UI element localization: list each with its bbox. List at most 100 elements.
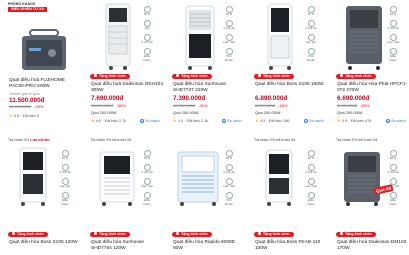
product-grid: PHÒNG KHÁCH ĐIỀU KHIỂN TỪ XA Quạt điều h…: [0, 0, 409, 255]
spec-item: Khử khuẩn: [222, 192, 236, 206]
spec-item: 40 lít: [222, 6, 236, 17]
spec-item: Điều khiển: [58, 192, 72, 206]
spec-item: Khử khuẩn: [222, 48, 236, 62]
product-name[interactable]: Quạt điều hòa Sunhouse SHD7737 220W: [173, 82, 245, 94]
product-card[interactable]: Trả chậm 0% trả trước 0đ 40 lít 3 chế độ…: [82, 136, 164, 255]
old-price: 8.990.000đ -25%: [337, 103, 370, 108]
spec-item: 3 chế độ: [304, 20, 318, 31]
installment-tag: Trả chậm 0% trả trước 0đ: [336, 138, 378, 142]
spec-item: Điều khiển: [386, 192, 400, 206]
product-card[interactable]: 45 lít 3 chế độ Làm mát Khử khuẩn Tặng b…: [164, 136, 246, 255]
product-name[interactable]: Quạt điều hòa Hòa Phát HPCF1-072 270W: [337, 82, 409, 94]
spec-item: 4 chế độ: [222, 20, 236, 31]
spec-item: Làm mát: [304, 178, 318, 189]
spec-item: Làm mát: [386, 178, 400, 189]
promo-tag: Tặng bình chén: [90, 232, 130, 237]
star-icon: ★: [173, 118, 177, 123]
product-card[interactable]: 40 lít 3 chế độ Làm mát Điều khiển Tặng …: [328, 0, 409, 128]
promo-banner: PHÒNG KHÁCH ĐIỀU KHIỂN TỪ XA: [8, 2, 76, 16]
product-card[interactable]: 40 lít 4 chế độ Làm mát Khử khuẩn Tặng b…: [164, 0, 246, 128]
product-card[interactable]: 60 lít 10h 3 chế độ Điều khiển Tặng bình…: [82, 0, 164, 128]
spec-item: 10h: [140, 20, 154, 31]
banner-line1: PHÒNG KHÁCH: [8, 2, 36, 6]
product-card[interactable]: PHÒNG KHÁCH ĐIỀU KHIỂN TỪ XA Quạt điều h…: [0, 0, 82, 128]
spec-item: Điều khiển: [140, 192, 154, 206]
spec-item: 60 lít: [386, 150, 400, 161]
star-icon: ★: [9, 113, 13, 118]
compare-button[interactable]: + So sánh: [304, 118, 324, 123]
spec-item: Làm mát: [222, 178, 236, 189]
spec-item: Điều khiển: [386, 48, 400, 62]
spec-item: 35 lít: [304, 6, 318, 17]
product-name[interactable]: Quạt điều hòa Boss FEAB-110 100W: [255, 240, 327, 252]
compare-button[interactable]: + So sánh: [140, 118, 160, 123]
plus-icon: +: [222, 119, 226, 123]
spec-item: Điều khiển: [304, 192, 318, 206]
product-price: 7.690.000đ: [91, 95, 124, 102]
rating: ★ 3.6 · Đã bán 5: [9, 113, 40, 118]
product-name[interactable]: Quạt điều hoà Daikiosan DKH104 300W: [91, 82, 163, 94]
plus-icon: +: [304, 119, 308, 123]
star-icon: ★: [91, 118, 95, 123]
promo-tag: Tặng bình chén: [172, 74, 212, 79]
product-price: 7.390.000đ: [173, 95, 206, 102]
promo-tag: Tặng bình chén: [8, 232, 48, 237]
spec-item: Điều khiển: [140, 48, 154, 62]
product-name[interactable]: Quạt điều hòa Boss S106 160W: [255, 82, 327, 88]
spec-item: Làm mát: [140, 178, 154, 189]
product-price: 6.890.000đ: [255, 95, 288, 102]
spec-item: 3 chế độ: [58, 164, 72, 175]
spec-item: 3 chế độ: [222, 164, 236, 175]
spec-item: 3 chế độ: [140, 34, 154, 45]
spec-item: Làm mát: [386, 34, 400, 45]
spec-item: Hẹn giờ: [304, 34, 318, 45]
spec-item: 3 chế độ: [386, 20, 400, 31]
spec-item: 3 chế độ: [140, 164, 154, 175]
installment-tag: Trả chậm 0% trả trước 0đ: [254, 138, 296, 142]
spec-item: 60 lít: [140, 6, 154, 17]
spec-item: 45 lít: [222, 150, 236, 161]
spec-item: 3 chế độ: [304, 164, 318, 175]
price-label: Online giá rẻ quá: [9, 91, 40, 96]
spec-item: 40 lít: [304, 150, 318, 161]
promo-tag: Tặng bình chén: [172, 232, 212, 237]
compare-button[interactable]: + So sánh: [222, 118, 242, 123]
rating: ★ 4.9 · Đã bán 186: [255, 118, 290, 123]
product-name[interactable]: Quạt điều hòa Boss S105 120W: [9, 240, 81, 246]
gift-text: Quà 200.000đ: [173, 110, 199, 115]
promo-tag: Tặng bình chén: [254, 74, 294, 79]
rating: ★ 4.9 · Đã bán 474: [337, 118, 372, 123]
promo-tag: Tặng bình chén: [254, 232, 294, 237]
product-card[interactable]: Trả chậm 0% trả trước 0đ Quá tốt 60 lít …: [328, 136, 409, 255]
installment-tag: Trả chậm 0% Lưu trữ lâu: [8, 138, 50, 142]
rating: ★ 4.9 · Đã bán 2,7k: [91, 118, 127, 123]
spec-item: Hẹn giờ: [58, 178, 72, 189]
spec-item: 3 chế độ: [386, 164, 400, 175]
banner-line2: ĐIỀU KHIỂN TỪ XA: [8, 7, 47, 12]
star-icon: ★: [337, 118, 341, 123]
product-name[interactable]: Quạt điều hoà FUJIHOME PAC05-PRO 500W: [9, 78, 81, 90]
product-name[interactable]: Quạt điều hòa Rapido 6000D 80W: [173, 240, 245, 252]
spec-item: 40 lít: [386, 6, 400, 17]
installment-tag: Trả chậm 0% trả trước 0đ: [90, 138, 132, 142]
gift-text: Quà 200.000đ: [337, 110, 363, 115]
plus-icon: +: [386, 119, 390, 123]
product-card[interactable]: 35 lít 3 chế độ Hẹn giờ Khử khuẩn Tặng b…: [246, 0, 328, 128]
product-price: 11.500.000đ: [9, 97, 45, 104]
promo-tag: Tặng bình chén: [336, 74, 376, 79]
product-name[interactable]: Quạt điều hoà Daikiosan DM103 170W: [337, 240, 409, 252]
product-card[interactable]: Trả chậm 0% Lưu trữ lâu 30 lít 3 chế độ …: [0, 136, 82, 255]
product-card[interactable]: Trả chậm 0% trả trước 0đ 40 lít 3 chế độ…: [246, 136, 328, 255]
old-price: 16.690.000đ -25%: [9, 104, 44, 109]
product-name[interactable]: Quạt điều hòa Sunhouse SHD7764 120W: [91, 240, 163, 252]
rating: ★ 4.9 · Đã bán 2,1k: [173, 118, 209, 123]
gift-text: Quà 200.000đ: [255, 110, 281, 115]
old-price: 10.590.000đ -31%: [173, 103, 208, 108]
spec-item: 40 lít: [140, 150, 154, 161]
spec-item: Làm mát: [222, 34, 236, 45]
star-icon: ★: [255, 118, 259, 123]
compare-button[interactable]: + So sánh: [386, 118, 406, 123]
spec-item: Khử khuẩn: [304, 48, 318, 62]
promo-tag: Tặng bình chén: [90, 74, 130, 79]
product-price: 6.690.000đ: [337, 95, 370, 102]
